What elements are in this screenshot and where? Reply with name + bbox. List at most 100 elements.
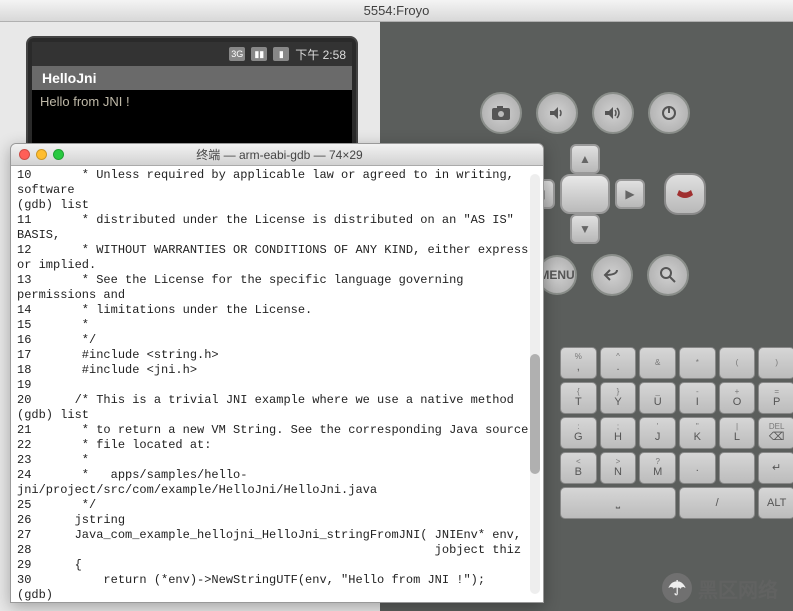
close-icon[interactable] bbox=[19, 149, 30, 160]
terminal-line: 30 return (*env)->NewStringUTF(env, "Hel… bbox=[17, 573, 537, 588]
maximize-icon[interactable] bbox=[53, 149, 64, 160]
dpad-right[interactable]: ▶ bbox=[615, 179, 645, 209]
terminal-line: (gdb) bbox=[17, 588, 537, 602]
status-clock: 下午 2:58 bbox=[295, 46, 346, 63]
terminal-line: 23 * bbox=[17, 453, 537, 468]
terminal-line: 18 #include <jni.h> bbox=[17, 363, 537, 378]
terminal-window[interactable]: 终端 — arm-eabi-gdb — 74×29 10 * Unless re… bbox=[10, 143, 544, 603]
keyboard-key[interactable]: |L bbox=[719, 417, 756, 449]
key-superscript: { bbox=[577, 388, 580, 396]
key-label: ⌫ bbox=[769, 432, 785, 443]
volume-up-button[interactable] bbox=[592, 92, 634, 134]
keyboard-key[interactable]: >N bbox=[600, 452, 637, 484]
key-label: ALT bbox=[767, 498, 786, 509]
key-label: . bbox=[696, 463, 699, 474]
key-superscript: ? bbox=[655, 458, 659, 466]
watermark: ☂ 黑区网络 bbox=[662, 573, 778, 603]
keyboard-key[interactable]: ^. bbox=[600, 347, 637, 379]
back-button[interactable] bbox=[591, 254, 633, 296]
status-bar: 3G ▮▮ ▮ 下午 2:58 bbox=[32, 42, 352, 66]
terminal-line: 22 * file located at: bbox=[17, 438, 537, 453]
key-label: M bbox=[653, 467, 662, 478]
terminal-line: 19 bbox=[17, 378, 537, 393]
key-label: G bbox=[574, 432, 583, 443]
key-label: Y bbox=[614, 397, 621, 408]
key-label: J bbox=[655, 432, 661, 443]
phone-frame: 3G ▮▮ ▮ 下午 2:58 HelloJni Hello from JNI … bbox=[26, 36, 358, 155]
key-label: P bbox=[773, 397, 780, 408]
keyboard-key[interactable]: * bbox=[679, 347, 716, 379]
volume-down-button[interactable] bbox=[536, 92, 578, 134]
app-body-text: Hello from JNI ! bbox=[32, 90, 352, 149]
keyboard-key[interactable]: ⎵ bbox=[560, 487, 676, 519]
keyboard-key[interactable]: ( bbox=[719, 347, 756, 379]
keyboard-key[interactable]: DEL⌫ bbox=[758, 417, 793, 449]
key-superscript: _ bbox=[655, 388, 659, 396]
keyboard-key[interactable]: / bbox=[679, 487, 755, 519]
dpad-center[interactable] bbox=[560, 174, 610, 214]
keyboard-key[interactable]: +O bbox=[719, 382, 756, 414]
keyboard-key[interactable]: ALT bbox=[758, 487, 793, 519]
key-label: ⎵ bbox=[616, 498, 620, 509]
terminal-line: 13 * See the License for the specific la… bbox=[17, 273, 537, 303]
end-call-button[interactable] bbox=[664, 173, 706, 215]
key-superscript: : bbox=[577, 423, 579, 431]
key-label: L bbox=[734, 432, 740, 443]
parent-window-title: 5554:Froyo bbox=[0, 0, 793, 22]
key-superscript: " bbox=[696, 423, 699, 431]
keyboard-key[interactable]: :G bbox=[560, 417, 597, 449]
terminal-titlebar[interactable]: 终端 — arm-eabi-gdb — 74×29 bbox=[11, 144, 543, 166]
dpad-up[interactable]: ▲ bbox=[570, 144, 600, 174]
terminal-line: (gdb) list bbox=[17, 408, 537, 423]
scrollbar-vertical[interactable] bbox=[530, 174, 540, 594]
terminal-line: 28 jobject thiz ) bbox=[17, 543, 537, 558]
key-superscript: + bbox=[735, 388, 740, 396]
terminal-line: 21 * to return a new VM String. See the … bbox=[17, 423, 537, 438]
search-button[interactable] bbox=[647, 254, 689, 296]
terminal-body[interactable]: 10 * Unless required by applicable law o… bbox=[11, 166, 543, 602]
key-superscript: ^ bbox=[616, 353, 620, 361]
traffic-lights bbox=[19, 149, 64, 160]
keyboard-key[interactable]: -I bbox=[679, 382, 716, 414]
keyboard-key[interactable]: =P bbox=[758, 382, 793, 414]
keyboard-key[interactable]: "K bbox=[679, 417, 716, 449]
key-superscript: = bbox=[774, 388, 779, 396]
terminal-line: 24 * apps/samples/hello-jni/project/src/… bbox=[17, 468, 537, 498]
keyboard-key[interactable]: ;H bbox=[600, 417, 637, 449]
signal-icon: ▮▮ bbox=[251, 47, 267, 61]
camera-button[interactable] bbox=[480, 92, 522, 134]
keyboard-key[interactable]: }Y bbox=[600, 382, 637, 414]
minimize-icon[interactable] bbox=[36, 149, 47, 160]
keyboard-key[interactable]: <B bbox=[560, 452, 597, 484]
dpad-down[interactable]: ▼ bbox=[570, 214, 600, 244]
keyboard-key[interactable]: 'J bbox=[639, 417, 676, 449]
network-3g-icon: 3G bbox=[229, 47, 245, 61]
keyboard-key[interactable]: & bbox=[639, 347, 676, 379]
watermark-logo-icon: ☂ bbox=[662, 573, 692, 603]
key-label: ↵ bbox=[772, 463, 781, 474]
battery-icon: ▮ bbox=[273, 47, 289, 61]
terminal-line: 12 * WITHOUT WARRANTIES OR CONDITIONS OF… bbox=[17, 243, 537, 273]
phone-screen: 3G ▮▮ ▮ 下午 2:58 HelloJni Hello from JNI … bbox=[32, 42, 352, 149]
power-button[interactable] bbox=[648, 92, 690, 134]
keyboard-key[interactable]: ↵ bbox=[758, 452, 793, 484]
key-label: O bbox=[733, 397, 742, 408]
key-label: H bbox=[614, 432, 622, 443]
keyboard-key[interactable]: {T bbox=[560, 382, 597, 414]
keyboard-key[interactable]: ?M bbox=[639, 452, 676, 484]
terminal-line: 29 { bbox=[17, 558, 537, 573]
app-title: HelloJni bbox=[32, 66, 352, 90]
key-superscript: | bbox=[736, 423, 738, 431]
keyboard-key[interactable] bbox=[719, 452, 756, 484]
key-superscript: ' bbox=[657, 423, 659, 431]
terminal-line: 10 * Unless required by applicable law o… bbox=[17, 168, 537, 198]
keyboard-key[interactable]: . bbox=[679, 452, 716, 484]
key-superscript: & bbox=[655, 359, 660, 367]
key-superscript: > bbox=[616, 458, 621, 466]
scrollbar-thumb[interactable] bbox=[530, 354, 540, 474]
keyboard-key[interactable]: _U bbox=[639, 382, 676, 414]
keyboard-key[interactable]: ) bbox=[758, 347, 793, 379]
key-label: N bbox=[614, 467, 622, 478]
key-label: K bbox=[694, 432, 701, 443]
keyboard-key[interactable]: %, bbox=[560, 347, 597, 379]
